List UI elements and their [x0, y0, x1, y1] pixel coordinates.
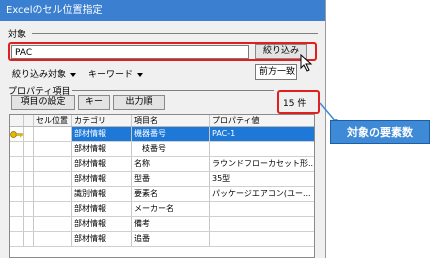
property-value-cell: [210, 232, 314, 246]
item-name-cell: 追番: [132, 232, 210, 246]
output-order-button[interactable]: 出力順: [113, 95, 165, 110]
target-group-divider: [32, 33, 318, 34]
mouse-cursor-icon: [300, 54, 313, 72]
row-marker: [10, 142, 24, 156]
category-cell: 識別情報: [72, 187, 132, 201]
row-marker: [10, 217, 24, 231]
property-value-cell: ラウンドフローカセット形...: [212, 159, 315, 168]
category-cell: 部材情報: [72, 172, 132, 186]
table-row[interactable]: 識別情報 要素名 パッケージエアコン(ユー...: [10, 187, 314, 202]
row-marker: [10, 127, 24, 141]
cell-position-value[interactable]: [34, 157, 72, 171]
row-check: [24, 187, 34, 201]
header-check: [24, 115, 34, 126]
cell-position-value[interactable]: [34, 127, 72, 141]
cell-position-value[interactable]: [34, 202, 72, 216]
row-check: [24, 232, 34, 246]
cell-position-value[interactable]: [34, 172, 72, 186]
table-row[interactable]: 部材情報 名称 ラウンドフローカセット形...: [10, 157, 315, 172]
row-marker: [10, 187, 24, 201]
category-cell: 部材情報: [72, 232, 132, 246]
category-cell: 部材情報: [72, 157, 132, 171]
cell-position-value[interactable]: [34, 142, 72, 156]
row-check: [24, 217, 34, 231]
property-group-divider: [72, 90, 274, 91]
keyword-dropdown[interactable]: キーワード: [88, 67, 144, 80]
row-marker: [10, 232, 24, 246]
item-name-cell: メーカー名: [132, 202, 210, 216]
category-cell: 部材情報: [72, 127, 132, 141]
table-header-row: セル位置 カテゴリ 項目名 プロパティ値: [10, 115, 314, 127]
property-table: セル位置 カテゴリ 項目名 プロパティ値 部材情報 機器番号 PAC-1 部材情報 枝…: [9, 114, 315, 258]
header-category[interactable]: カテゴリ: [72, 115, 132, 126]
filter-target-label: 絞り込み対象: [12, 70, 67, 80]
property-value-cell: [210, 217, 314, 231]
category-cell: 部材情報: [72, 217, 132, 231]
key-icon: [10, 131, 23, 138]
cell-position-value[interactable]: [34, 232, 72, 246]
row-check: [24, 157, 34, 171]
keyword-label: キーワード: [88, 70, 134, 80]
filter-target-dropdown[interactable]: 絞り込み対象: [12, 67, 77, 80]
row-marker: [10, 202, 24, 216]
chevron-down-icon: [137, 72, 144, 77]
item-name-cell: 枝番号: [132, 142, 210, 156]
property-value-cell: [210, 202, 314, 216]
item-name-cell: 名称: [132, 157, 210, 171]
target-group-label: 対象: [8, 30, 27, 40]
cell-position-dialog: Excelのセル位置指定 対象 PAC 絞り込み 絞り込み対象 キーワード 前方…: [0, 0, 326, 258]
row-check: [24, 202, 34, 216]
window-title: Excelのセル位置指定: [0, 0, 325, 21]
item-name-cell: 型番: [132, 172, 210, 186]
property-value-cell: パッケージエアコン(ユー...: [212, 189, 311, 198]
key-button[interactable]: キー: [78, 95, 110, 110]
header-marker: [10, 115, 24, 126]
header-cell-position[interactable]: セル位置: [34, 115, 72, 126]
match-mode-field[interactable]: 前方一致: [255, 64, 297, 80]
category-cell: 部材情報: [72, 142, 132, 156]
table-row[interactable]: 部材情報 機器番号 PAC-1: [10, 127, 314, 142]
table-row[interactable]: 部材情報 型番 35型: [10, 172, 314, 187]
row-marker: [10, 172, 24, 186]
row-check: [24, 172, 34, 186]
table-row[interactable]: 部材情報 メーカー名: [10, 202, 314, 217]
header-item-name[interactable]: 項目名: [132, 115, 210, 126]
item-settings-button[interactable]: 項目の設定: [11, 95, 75, 110]
row-marker: [10, 157, 24, 171]
cell-position-value[interactable]: [34, 217, 72, 231]
cell-position-value[interactable]: [34, 187, 72, 201]
search-input[interactable]: PAC: [11, 45, 249, 59]
category-cell: 部材情報: [72, 202, 132, 216]
property-value-cell: [210, 142, 314, 156]
property-value-cell: 35型: [212, 174, 231, 183]
row-check: [24, 127, 34, 141]
table-row[interactable]: 部材情報 枝番号: [10, 142, 314, 157]
table-row[interactable]: 部材情報 備考: [10, 217, 314, 232]
table-row[interactable]: 部材情報 追番: [10, 232, 314, 247]
item-name-cell: 備考: [132, 217, 210, 231]
element-count-callout: 対象の要素数: [330, 120, 430, 144]
item-name-cell: 要素名: [132, 187, 210, 201]
item-name-cell: 機器番号: [132, 127, 210, 141]
row-check: [24, 142, 34, 156]
chevron-down-icon: [70, 72, 77, 77]
